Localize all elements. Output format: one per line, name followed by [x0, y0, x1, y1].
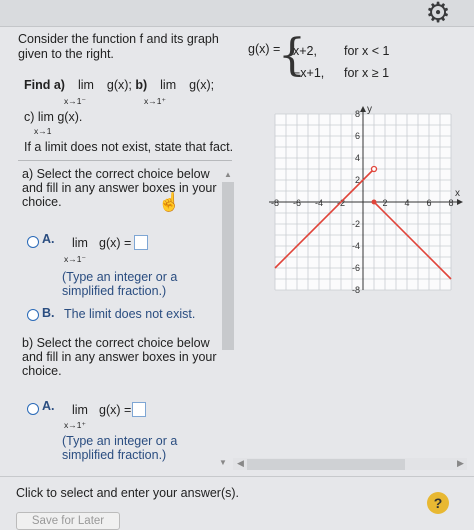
case1-condition: for x < 1	[344, 44, 390, 58]
x-tick-label: -8	[271, 198, 279, 208]
lim-b-subscript: x→1⁺	[144, 96, 166, 106]
lim-c-subscript: x→1	[34, 126, 52, 136]
part-a-prompt: a) Select the correct choice below and f…	[22, 167, 217, 209]
part-b-hint: (Type an integer or a simplified fractio…	[62, 434, 178, 462]
find-b-label: b)	[135, 78, 148, 92]
y-tick-label: 4	[355, 153, 360, 163]
mouse-cursor-icon: ☝	[158, 192, 181, 212]
lim-a-word: lim	[77, 78, 94, 92]
vertical-scroll-thumb[interactable]	[222, 182, 234, 350]
case1-expression: x+2,	[293, 44, 317, 58]
case2-expression: −x+1,	[293, 66, 325, 80]
part-a-option-a-letter[interactable]: A.	[42, 232, 55, 246]
save-for-later-button[interactable]: Save for Later	[16, 512, 120, 530]
question-separator	[18, 160, 232, 161]
footer-instruction: Click to select and enter your answer(s)…	[16, 486, 240, 500]
function-name: g(x) =	[248, 42, 281, 56]
open-point	[370, 165, 378, 173]
x-axis-arrow-icon	[457, 199, 463, 205]
horizontal-scroll-thumb[interactable]	[247, 459, 405, 470]
x-tick-label: 2	[382, 198, 387, 208]
y-tick-label: -4	[352, 241, 360, 251]
x-axis-label: x	[455, 188, 460, 199]
lim-a-subscript: x→1⁻	[64, 96, 86, 106]
part-b-lim-word: lim	[72, 403, 88, 417]
y-tick-label: -8	[352, 285, 360, 295]
top-bar	[0, 0, 474, 26]
part-a-hint: (Type an integer or a simplified fractio…	[62, 270, 178, 298]
part-b-option-a-radio[interactable]	[27, 403, 39, 415]
x-tick-label: 8	[448, 198, 453, 208]
part-b-prompt: b) Select the correct choice below and f…	[22, 336, 217, 378]
part-a-option-b-radio[interactable]	[27, 309, 39, 321]
part-b-option-a-letter[interactable]: A.	[42, 399, 55, 413]
c-label: c) lim	[24, 110, 54, 124]
scroll-up-icon[interactable]: ▲	[224, 170, 232, 179]
part-a-option-b-text[interactable]: The limit does not exist.	[64, 307, 195, 321]
scroll-right-icon[interactable]: ▶	[457, 458, 464, 469]
lim-b-word: lim	[160, 78, 177, 92]
x-tick-label: 6	[426, 198, 431, 208]
scroll-down-icon[interactable]: ▼	[219, 458, 227, 467]
find-c-row: c) lim g(x).	[24, 110, 82, 124]
function-graph: -8-6-4-224688642-2-4-6-8xy	[269, 104, 463, 295]
part-b-lim-subscript: x→1⁺	[64, 420, 86, 430]
case2-condition: for x ≥ 1	[344, 66, 390, 80]
x-tick-label: 4	[404, 198, 409, 208]
x-tick-label: -4	[315, 198, 323, 208]
c-gx: g(x).	[57, 110, 83, 124]
find-a-label: Find a)	[24, 78, 65, 92]
x-tick-label: -6	[293, 198, 301, 208]
part-b-gx-label: g(x) =	[99, 403, 132, 417]
y-tick-label: -2	[352, 219, 360, 229]
find-limits-row: Find a) lim g(x); b) lim g(x);	[24, 78, 214, 92]
problem-intro: Consider the function f and its graph gi…	[18, 32, 219, 61]
header-divider	[0, 26, 474, 27]
lim-b-gx: g(x);	[189, 78, 215, 92]
gear-icon[interactable]: ⚙	[420, 0, 456, 27]
part-a-gx-label: g(x) =	[99, 236, 132, 250]
scroll-left-icon[interactable]: ◀	[237, 458, 244, 469]
y-axis-arrow-icon	[360, 106, 366, 112]
footer-divider	[0, 476, 474, 477]
help-button[interactable]: ?	[427, 492, 449, 514]
part-a-answer-input[interactable]	[134, 235, 148, 250]
y-axis-label: y	[367, 104, 372, 115]
closed-point	[371, 199, 377, 205]
part-a-lim-subscript: x→1⁻	[64, 254, 86, 264]
lim-a-gx: g(x);	[106, 78, 132, 92]
y-tick-label: -6	[352, 263, 360, 273]
y-tick-label: 6	[355, 131, 360, 141]
part-a-lim-word: lim	[72, 236, 88, 250]
part-a-option-b-letter[interactable]: B.	[42, 306, 55, 320]
part-b-answer-input[interactable]	[132, 402, 146, 417]
part-a-option-a-radio[interactable]	[27, 236, 39, 248]
dne-note: If a limit does not exist, state that fa…	[24, 140, 234, 154]
y-tick-label: 8	[355, 109, 360, 119]
